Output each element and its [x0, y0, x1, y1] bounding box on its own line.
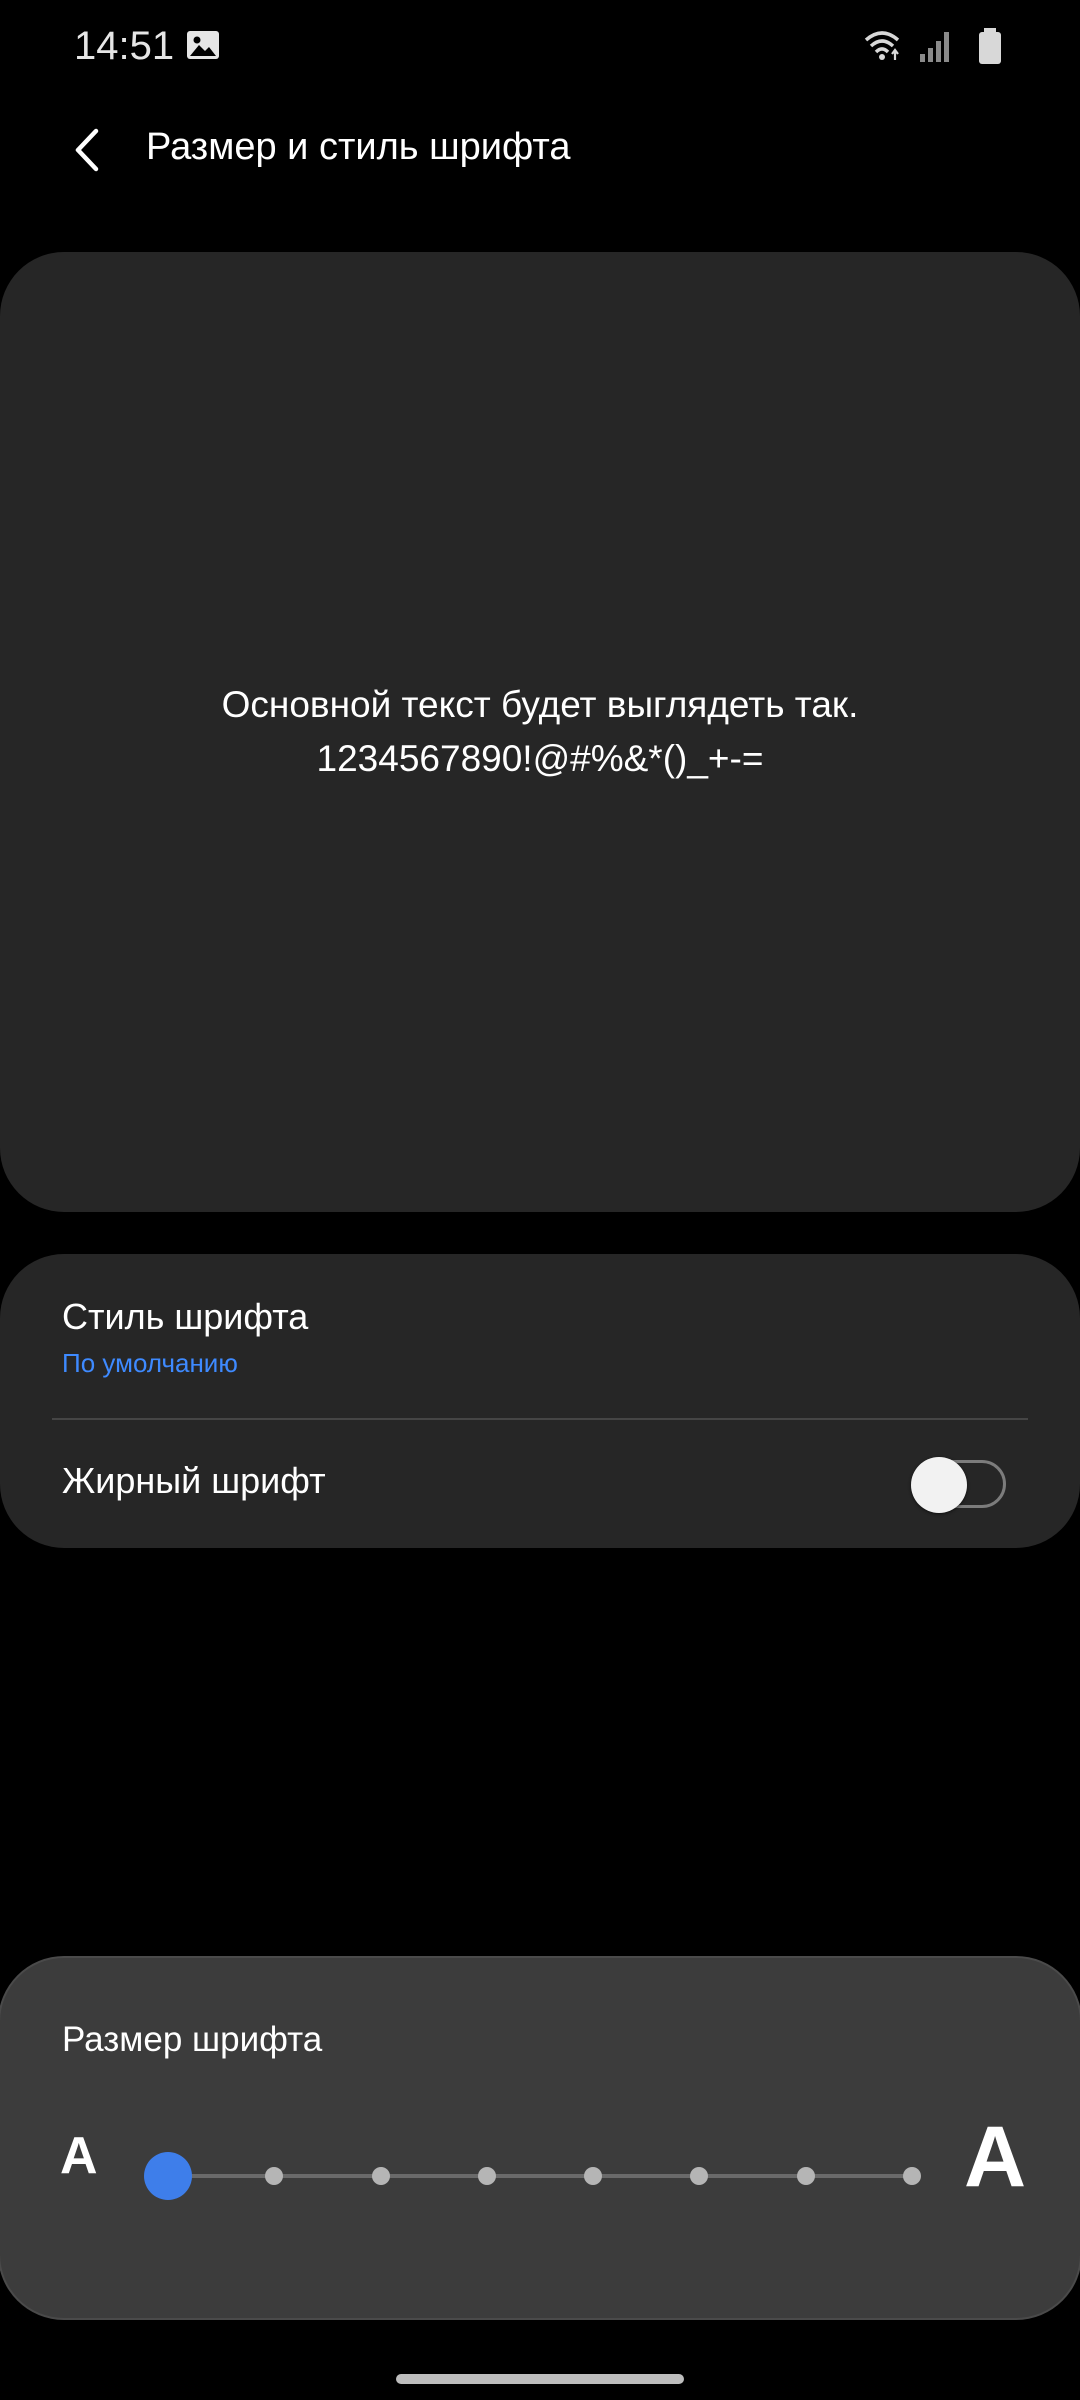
home-gesture-handle[interactable]: [396, 2374, 684, 2384]
slider-step-dot[interactable]: [903, 2167, 921, 2185]
toggle-thumb: [911, 1457, 967, 1513]
preview-characters: 1234567890!@#%&*()_+-=: [316, 738, 764, 779]
status-time: 14:51: [74, 24, 175, 68]
battery-icon: [979, 28, 1001, 64]
font-style-label: Стиль шрифта: [62, 1296, 309, 1337]
preview-text: Основной текст будет выглядеть так.: [221, 684, 859, 725]
slider-step-dot[interactable]: [796, 2167, 815, 2185]
gallery-icon: [187, 31, 219, 59]
slider-thumb[interactable]: [144, 2152, 192, 2200]
font-style-value: По умолчанию: [62, 1348, 238, 1378]
status-bar: 14:51: [0, 0, 1080, 96]
slider-step-dot[interactable]: [690, 2167, 709, 2185]
slider-step-dot[interactable]: [477, 2167, 496, 2185]
slider-step-dot[interactable]: [265, 2167, 284, 2185]
font-preview-card: Основной текст будет выглядеть так. 1234…: [0, 252, 1080, 1212]
header: Размер и стиль шрифта: [0, 110, 1080, 190]
chevron-left-icon: [75, 128, 99, 172]
font-settings-card: Стиль шрифта По умолчанию Жирный шрифт: [0, 1254, 1080, 1548]
slider-step-dot[interactable]: [584, 2167, 603, 2185]
font-style-item[interactable]: Стиль шрифта По умолчанию: [0, 1254, 1080, 1418]
font-size-title: Размер шрифта: [62, 2020, 323, 2059]
slider-step-dot[interactable]: [371, 2167, 390, 2185]
page-title: Размер и стиль шрифта: [146, 126, 571, 168]
back-button[interactable]: [56, 120, 116, 180]
wifi-icon: [864, 31, 900, 60]
small-font-glyph: A: [60, 2127, 98, 2185]
bold-font-item[interactable]: Жирный шрифт: [0, 1420, 1080, 1548]
bold-font-toggle[interactable]: [911, 1457, 1006, 1513]
large-font-glyph: A: [964, 2109, 1027, 2205]
font-size-card: Размер шрифта A A: [0, 1958, 1080, 2318]
signal-icon: [920, 32, 949, 62]
font-size-slider[interactable]: [144, 2152, 921, 2200]
bold-font-label: Жирный шрифт: [62, 1460, 326, 1501]
